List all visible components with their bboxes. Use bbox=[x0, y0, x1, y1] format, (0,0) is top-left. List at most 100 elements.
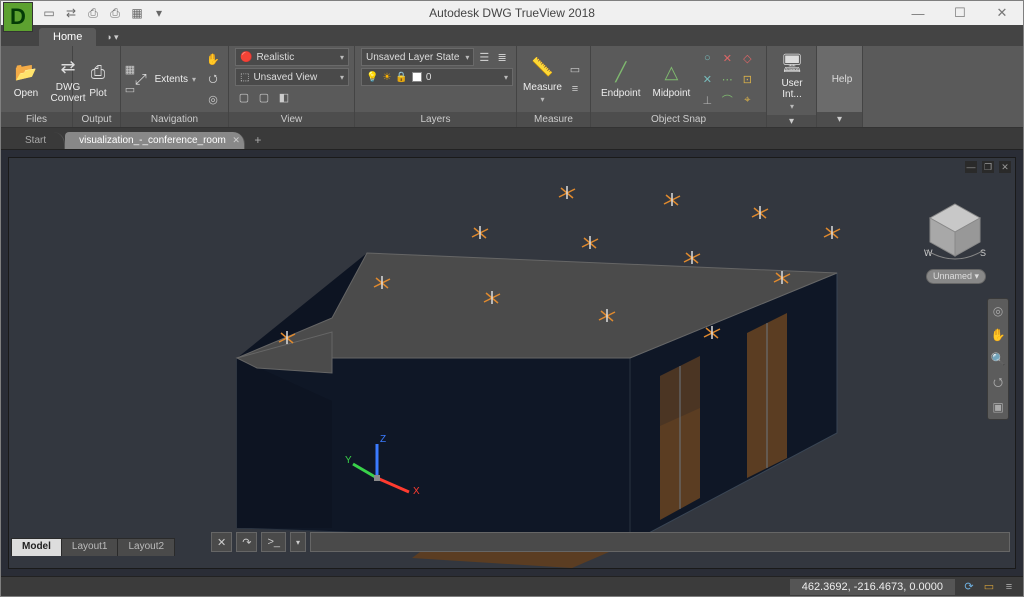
print-preview-icon[interactable]: ⎙ bbox=[107, 5, 123, 21]
insertion-icon[interactable]: ⊡ bbox=[738, 70, 756, 88]
nearest-icon[interactable]: ⌖ bbox=[738, 91, 756, 109]
doc-tab-add-button[interactable]: + bbox=[247, 131, 269, 149]
folder-open-icon: 📂 bbox=[13, 60, 39, 86]
perpendicular-icon[interactable]: ⊥ bbox=[698, 91, 716, 109]
doc-tab-close-icon[interactable]: ✕ bbox=[232, 135, 240, 146]
panel-layers: Unsaved Layer State▾ ☰ ≣ 💡 ☀ 🔒 0▾ Layers bbox=[355, 46, 517, 127]
node-icon[interactable]: ✕ bbox=[718, 49, 736, 67]
model-render: X Y Z bbox=[9, 158, 1015, 568]
layout-tab-layout1[interactable]: Layout1 bbox=[61, 538, 119, 556]
panel-files-label: Files bbox=[1, 112, 72, 127]
full-nav-wheel-icon[interactable]: ◎ bbox=[990, 303, 1006, 319]
pan-icon[interactable]: ✋ bbox=[204, 50, 222, 68]
lock-icon: 🔒 bbox=[395, 72, 407, 83]
steering-wheel-icon[interactable]: ◎ bbox=[204, 90, 222, 108]
ribbon-tabstrip: Home ◑ ▾ bbox=[1, 25, 1023, 46]
visual-style-dropdown[interactable]: 🔴 Realistic▾ bbox=[235, 48, 349, 66]
center-icon[interactable]: ○ bbox=[698, 49, 716, 67]
panel-navigation-label: Navigation bbox=[121, 112, 228, 127]
tangent-icon[interactable]: ⌒ bbox=[718, 91, 736, 109]
cmd-prompt-icon: >_ bbox=[261, 532, 286, 552]
view-iso-icon[interactable]: ◧ bbox=[275, 88, 293, 106]
vp-close-icon[interactable]: ✕ bbox=[999, 161, 1011, 173]
pan-nav-icon[interactable]: ✋ bbox=[990, 327, 1006, 343]
endpoint-icon: ╱ bbox=[608, 60, 634, 86]
tab-home[interactable]: Home bbox=[39, 28, 96, 46]
window-title: Autodesk DWG TrueView 2018 bbox=[429, 6, 595, 20]
measure-area-icon[interactable]: ▭ bbox=[566, 60, 584, 78]
status-tray-icon[interactable]: ▭ bbox=[981, 579, 997, 595]
doc-tab-start[interactable]: Start bbox=[11, 132, 65, 149]
panel-view: 🔴 Realistic▾ ⬚ Unsaved View▾ ▢ ▢ ◧ View bbox=[229, 46, 355, 127]
endpoint-button[interactable]: ╱ Endpoint bbox=[597, 58, 644, 101]
maximize-button[interactable]: ☐ bbox=[939, 1, 981, 25]
midpoint-icon: △ bbox=[658, 60, 684, 86]
orbit-nav-icon[interactable]: ⭯ bbox=[990, 375, 1006, 391]
layer-manage-icon[interactable]: ☰ bbox=[476, 48, 492, 66]
coordinates-readout: 462.3692, -216.4673, 0.0000 bbox=[790, 579, 955, 595]
status-menu-icon[interactable]: ≡ bbox=[1001, 579, 1017, 595]
sphere-icon: 🔴 bbox=[240, 52, 252, 63]
layer-states-icon[interactable]: ≣ bbox=[494, 48, 510, 66]
extension-icon[interactable]: ⋯ bbox=[718, 70, 736, 88]
status-bar: 462.3692, -216.4673, 0.0000 ⟳ ▭ ≡ bbox=[1, 576, 1023, 596]
panel-measure-label: Measure bbox=[517, 112, 590, 127]
viewport[interactable]: — ❐ ✕ bbox=[1, 150, 1023, 576]
convert-icon[interactable]: ⇄ bbox=[63, 5, 79, 21]
svg-text:Z: Z bbox=[380, 434, 386, 445]
svg-text:X: X bbox=[413, 486, 420, 497]
panel-layers-label: Layers bbox=[355, 112, 516, 127]
cmd-close-icon[interactable]: ✕ bbox=[211, 532, 232, 552]
zoom-nav-icon[interactable]: 🔍 bbox=[990, 351, 1006, 367]
layout-tab-model[interactable]: Model bbox=[11, 538, 62, 556]
printer-icon: ⎙ bbox=[85, 60, 111, 86]
panel-help: Help ▾ bbox=[817, 46, 863, 127]
viewcube-label[interactable]: Unnamed ▾ bbox=[926, 269, 986, 284]
panel-measure: 📏 Measure ▾ ▭ ≡ Measure bbox=[517, 46, 591, 127]
status-sync-icon[interactable]: ⟳ bbox=[961, 579, 977, 595]
doc-tab-current[interactable]: visualization_-_conference_room ✕ bbox=[65, 132, 245, 149]
ribbon: 📂 Open ⇄ DWG Convert Files ⎙ Plot ▦ ▭ bbox=[1, 46, 1023, 128]
vp-restore-icon[interactable]: ❐ bbox=[982, 161, 994, 173]
view-front-icon[interactable]: ▢ bbox=[255, 88, 273, 106]
close-button[interactable]: ✕ bbox=[981, 1, 1023, 25]
panel-files: 📂 Open ⇄ DWG Convert Files bbox=[1, 46, 73, 127]
measure-list-icon[interactable]: ≡ bbox=[566, 80, 584, 98]
current-layer-dropdown[interactable]: 💡 ☀ 🔒 0▾ bbox=[361, 68, 513, 86]
tab-addins-toggle[interactable]: ◑ ▾ bbox=[98, 28, 126, 46]
ui-icon: 🖥 bbox=[779, 50, 805, 76]
measure-button[interactable]: 📏 Measure ▾ bbox=[523, 52, 562, 106]
minimize-button[interactable]: — bbox=[897, 1, 939, 25]
user-interface-button[interactable]: 🖥 User Int... ▾ bbox=[773, 48, 811, 113]
orbit-icon[interactable]: ⭯ bbox=[204, 70, 222, 88]
named-view-dropdown[interactable]: ⬚ Unsaved View▾ bbox=[235, 68, 349, 86]
svg-text:Y: Y bbox=[345, 455, 352, 466]
layer-state-dropdown[interactable]: Unsaved Layer State▾ bbox=[361, 48, 474, 66]
help-button[interactable]: Help bbox=[823, 72, 861, 87]
vp-minimize-icon[interactable]: — bbox=[965, 161, 977, 173]
intersection-icon[interactable]: ✕ bbox=[698, 70, 716, 88]
qat-more-icon[interactable]: ▾ bbox=[151, 5, 167, 21]
print-icon[interactable]: ⎙ bbox=[85, 5, 101, 21]
command-input[interactable] bbox=[310, 532, 1010, 552]
showmotion-icon[interactable]: ▣ bbox=[990, 399, 1006, 415]
ruler-icon: 📏 bbox=[530, 54, 556, 80]
panel-osnap: ╱ Endpoint △ Midpoint ○ ✕ ◇ ✕ ⋯ bbox=[591, 46, 767, 127]
open-icon[interactable]: ▭ bbox=[41, 5, 57, 21]
extents-button[interactable]: ⤢ Extents ▾ bbox=[127, 64, 200, 94]
svg-text:S: S bbox=[980, 248, 986, 258]
quadrant-icon[interactable]: ◇ bbox=[738, 49, 756, 67]
view-top-icon[interactable]: ▢ bbox=[235, 88, 253, 106]
cmd-recent-icon[interactable]: ↷ bbox=[236, 532, 257, 552]
app-menu-button[interactable]: D bbox=[3, 2, 33, 32]
publish-icon[interactable]: ▦ bbox=[129, 5, 145, 21]
panel-help-label: ▾ bbox=[817, 112, 862, 127]
panel-osnap-label: Object Snap bbox=[591, 112, 766, 127]
viewcube[interactable]: W S Unnamed ▾ bbox=[920, 198, 990, 278]
open-button[interactable]: 📂 Open bbox=[7, 58, 45, 101]
layout-tab-layout2[interactable]: Layout2 bbox=[117, 538, 175, 556]
midpoint-button[interactable]: △ Midpoint bbox=[648, 58, 694, 101]
plot-button[interactable]: ⎙ Plot bbox=[79, 58, 117, 101]
viewport-inner[interactable]: — ❐ ✕ bbox=[8, 157, 1016, 569]
layout-tabs: Model Layout1 Layout2 bbox=[11, 538, 174, 556]
